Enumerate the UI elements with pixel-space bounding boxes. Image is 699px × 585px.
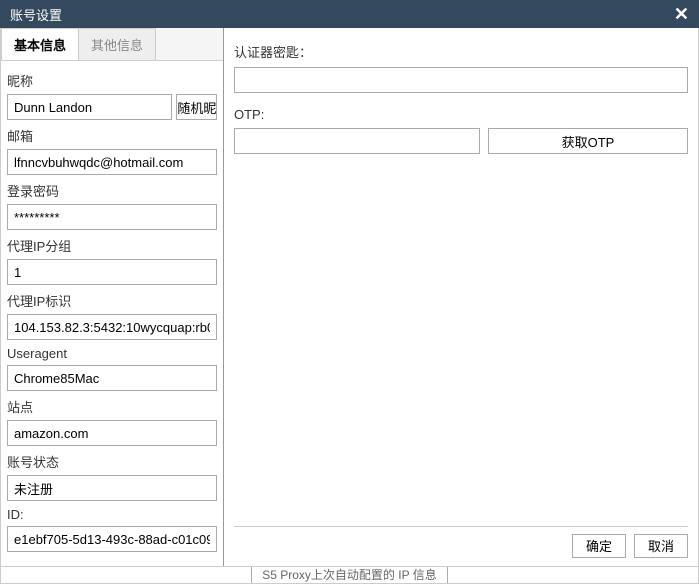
- right-content: 认证器密匙： OTP: 获取OTP: [234, 38, 688, 526]
- password-input[interactable]: [7, 204, 217, 230]
- status-label: 账号状态: [7, 452, 217, 471]
- auth-key-label: 认证器密匙：: [234, 42, 688, 61]
- tab-basic-info[interactable]: 基本信息: [1, 28, 79, 60]
- right-pane: 认证器密匙： OTP: 获取OTP 确定 取消: [224, 28, 698, 566]
- site-label: 站点: [7, 397, 217, 416]
- status-input[interactable]: [7, 475, 217, 501]
- s5-proxy-info-button[interactable]: S5 Proxy上次自动配置的 IP 信息: [251, 567, 447, 584]
- password-label: 登录密码: [7, 181, 217, 200]
- otp-input[interactable]: [234, 128, 480, 154]
- useragent-label: Useragent: [7, 346, 217, 361]
- dialog-body: 基本信息 其他信息 昵称 随机昵 邮箱 登录密码 代理IP分组 代理IP标识 U…: [0, 28, 699, 567]
- close-icon[interactable]: ✕: [674, 5, 689, 23]
- get-otp-button[interactable]: 获取OTP: [488, 128, 688, 154]
- otp-label: OTP:: [234, 107, 688, 122]
- window-title: 账号设置: [10, 5, 62, 24]
- email-input[interactable]: [7, 149, 217, 175]
- dialog-footer: 确定 取消: [234, 526, 688, 560]
- site-input[interactable]: [7, 420, 217, 446]
- id-label: ID:: [7, 507, 217, 522]
- tab-bar: 基本信息 其他信息: [1, 28, 223, 61]
- email-label: 邮箱: [7, 126, 217, 145]
- random-nickname-button[interactable]: 随机昵: [176, 94, 217, 120]
- id-input[interactable]: [7, 526, 217, 552]
- proxy-group-input[interactable]: [7, 259, 217, 285]
- cancel-button[interactable]: 取消: [634, 534, 688, 558]
- proxy-id-input[interactable]: [7, 314, 217, 340]
- basic-info-fields: 昵称 随机昵 邮箱 登录密码 代理IP分组 代理IP标识 Useragent 站…: [1, 61, 223, 558]
- left-pane: 基本信息 其他信息 昵称 随机昵 邮箱 登录密码 代理IP分组 代理IP标识 U…: [1, 28, 224, 566]
- ok-button[interactable]: 确定: [572, 534, 626, 558]
- nickname-label: 昵称: [7, 71, 217, 90]
- title-bar: 账号设置 ✕: [0, 0, 699, 28]
- tab-other-info[interactable]: 其他信息: [78, 28, 156, 60]
- proxy-group-label: 代理IP分组: [7, 236, 217, 255]
- proxy-id-label: 代理IP标识: [7, 291, 217, 310]
- useragent-input[interactable]: [7, 365, 217, 391]
- nickname-input[interactable]: [7, 94, 172, 120]
- auth-key-input[interactable]: [234, 67, 688, 93]
- background-bar: S5 Proxy上次自动配置的 IP 信息: [0, 567, 699, 584]
